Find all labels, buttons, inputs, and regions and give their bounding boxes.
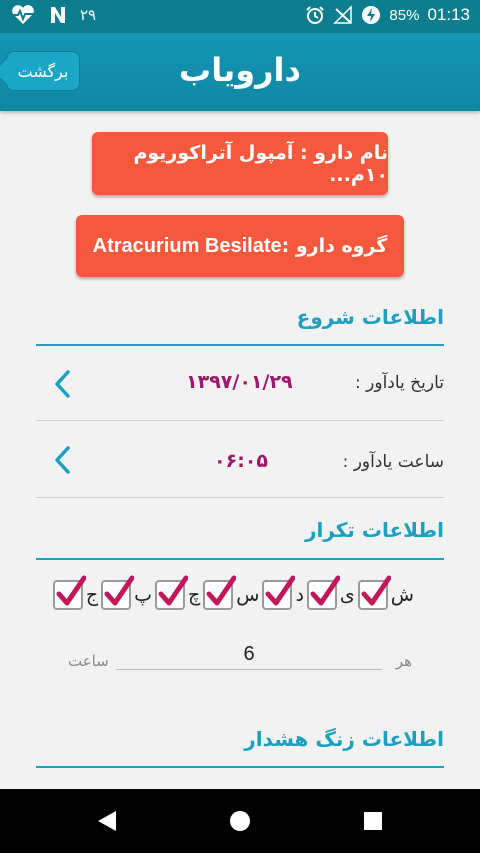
day-label: ی — [339, 584, 355, 606]
checkbox[interactable] — [154, 575, 188, 610]
drug-group-value: Atracurium Besilate — [92, 234, 282, 257]
row-divider — [36, 420, 444, 421]
app-bar: برگشت دارویاب — [0, 33, 480, 111]
battery-charging-icon — [362, 6, 381, 24]
weekday-selector: ش ی د س چ پ ج — [50, 575, 414, 610]
status-notification-count: ۲۹ — [80, 7, 97, 24]
drug-group-prefix: گروه دارو : — [281, 235, 388, 257]
drug-name-box: نام دارو : آمپول آتراکوریوم ۱۰م... — [92, 132, 388, 195]
alarm-info-divider — [36, 766, 444, 768]
alarm-info-title: اطلاعات زنگ هشدار — [244, 727, 444, 751]
back-button-label: برگشت — [17, 61, 69, 81]
alarm-icon — [306, 6, 325, 24]
day-checkbox-thu[interactable]: پ — [101, 575, 152, 610]
reminder-time-value[interactable]: ۰۶:۰۵ — [214, 450, 268, 472]
n-icon — [51, 7, 65, 23]
interval-hours-input[interactable]: 6 — [116, 640, 382, 670]
nav-recents-icon[interactable] — [364, 812, 382, 830]
checkmark-icon — [361, 575, 391, 606]
nav-back-icon[interactable] — [96, 809, 118, 833]
day-label: چ — [187, 584, 201, 606]
checkbox[interactable] — [52, 575, 86, 610]
day-checkbox-fri[interactable]: ج — [52, 575, 99, 610]
battery-percent: 85% — [389, 6, 420, 24]
reminder-time-label: ساعت یادآور : — [342, 452, 444, 472]
chevron-left-icon[interactable] — [52, 369, 74, 399]
day-checkbox-mon[interactable]: د — [262, 575, 304, 610]
clock: 01:13 — [427, 5, 470, 24]
chevron-left-icon[interactable] — [52, 445, 74, 475]
reminder-date-value[interactable]: ۱۳۹۷/۰۱/۲۹ — [186, 371, 293, 393]
status-bar: ۲۹ 85% 01:13 — [0, 0, 480, 33]
day-checkbox-tue[interactable]: س — [203, 575, 260, 610]
reminder-date-label: تاریخ یادآور : — [355, 373, 444, 393]
day-label: پ — [134, 584, 152, 606]
repeat-info-divider — [36, 558, 444, 560]
checkbox[interactable] — [357, 575, 391, 610]
hours-unit-label: ساعت — [68, 652, 109, 670]
day-label: ش — [390, 584, 414, 606]
checkbox[interactable] — [203, 575, 237, 610]
drug-group-box: گروه دارو : Atracurium Besilate — [76, 215, 404, 277]
checkmark-icon — [56, 575, 86, 606]
day-label: س — [236, 584, 260, 606]
day-label: د — [295, 584, 304, 606]
checkmark-icon — [104, 575, 135, 606]
no-signal-icon — [333, 5, 353, 24]
system-nav-bar — [0, 789, 480, 853]
checkmark-icon — [206, 575, 237, 606]
every-label: هر — [395, 652, 412, 670]
checkbox[interactable] — [262, 575, 296, 610]
day-label: ج — [85, 584, 99, 606]
checkbox[interactable] — [101, 575, 135, 610]
row-divider — [36, 497, 444, 498]
nav-home-icon[interactable] — [230, 811, 250, 831]
app-logo: دارویاب — [179, 51, 301, 89]
repeat-info-title: اطلاعات تکرار — [304, 518, 444, 542]
day-checkbox-wed[interactable]: چ — [154, 575, 201, 610]
checkmark-icon — [265, 575, 296, 606]
drug-name-text: نام دارو : آمپول آتراکوریوم ۱۰م... — [133, 141, 388, 186]
start-info-title: اطلاعات شروع — [296, 305, 444, 329]
checkmark-icon — [310, 575, 340, 606]
checkmark-icon — [158, 575, 188, 606]
day-checkbox-sat[interactable]: ش — [357, 575, 414, 610]
start-info-divider — [36, 344, 444, 346]
day-checkbox-sun[interactable]: ی — [306, 575, 355, 610]
checkbox[interactable] — [306, 575, 340, 610]
heart-rate-icon — [11, 5, 35, 24]
